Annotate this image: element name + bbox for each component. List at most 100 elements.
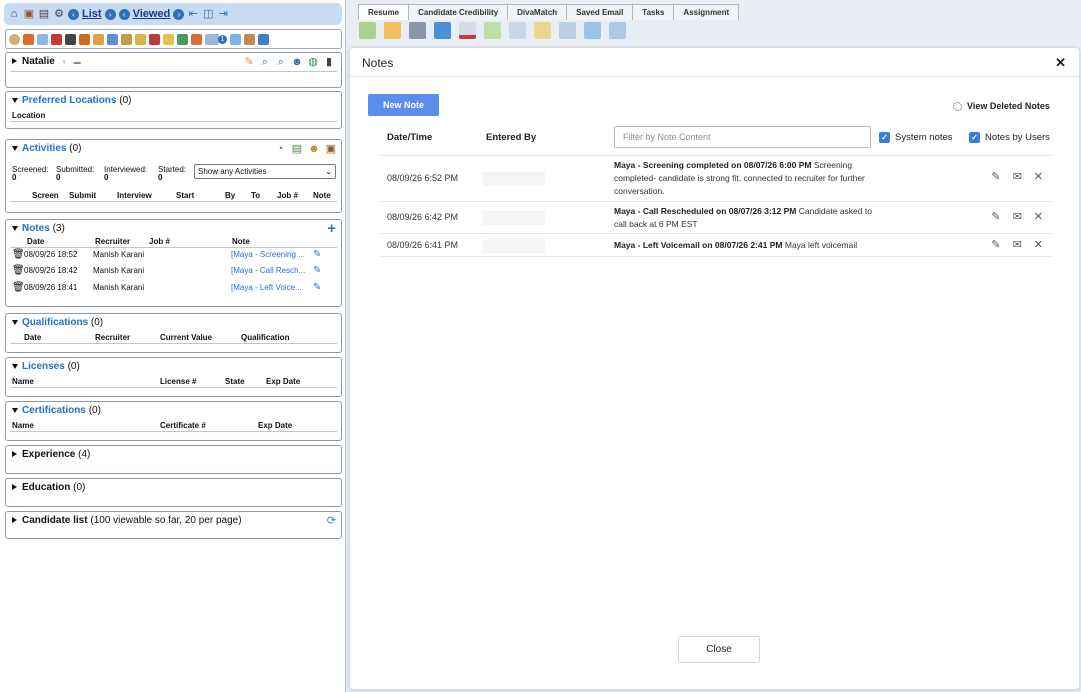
list-icon[interactable] (163, 33, 174, 45)
preferred-locations-header[interactable]: Preferred Locations (0) (12, 95, 132, 106)
trash-icon[interactable]: 🗑 (12, 249, 25, 260)
highlight-document-icon[interactable] (534, 22, 551, 39)
calendar-alert-icon[interactable] (191, 33, 202, 45)
preferred-locations-title[interactable]: Preferred Locations (22, 95, 116, 106)
search-user-icon[interactable]: ⌕ (275, 56, 287, 68)
licenses-header[interactable]: Licenses (0) (12, 361, 80, 372)
activities-title[interactable]: Activities (22, 143, 66, 154)
notes-by-users-checkbox[interactable]: ✓ Notes by Users (969, 132, 1050, 143)
new-note-button[interactable]: New Note (368, 94, 439, 116)
education-header[interactable]: Education (0) (12, 482, 85, 493)
user-profile-icon[interactable]: ☻ (291, 56, 303, 68)
licenses-title[interactable]: Licenses (22, 361, 65, 372)
delete-icon[interactable]: ✕ (1034, 210, 1043, 223)
filter-note-content-input[interactable] (614, 126, 871, 148)
notes-header[interactable]: Notes (3) (12, 223, 65, 234)
note-link[interactable]: [Maya - Left Voice... (231, 283, 302, 292)
experience-title[interactable]: Experience (22, 449, 75, 460)
collapse-arrow-icon[interactable] (12, 319, 18, 325)
collapse-arrow-icon[interactable] (12, 97, 18, 103)
trash-icon[interactable]: 🗑 (12, 282, 25, 293)
qualifications-header[interactable]: Qualifications (0) (12, 317, 103, 328)
pin-icon[interactable]: ✎ (313, 282, 321, 293)
collapse-arrow-icon[interactable] (12, 363, 18, 369)
fire-icon[interactable] (23, 33, 34, 45)
edit-pencil-icon[interactable]: ✎ (243, 56, 255, 68)
close-icon[interactable]: ✕ (1055, 55, 1066, 71)
add-note-icon[interactable]: + (327, 220, 336, 237)
document-icon[interactable] (37, 33, 48, 45)
email-forward-icon[interactable]: ✉ (1013, 238, 1022, 251)
link-icon[interactable] (107, 33, 118, 45)
tab-candidate-credibility[interactable]: Candidate Credibility (408, 4, 509, 20)
refresh-icon[interactable]: ⟳ (327, 514, 336, 527)
certifications-header[interactable]: Certifications (0) (12, 405, 101, 416)
collapse-left-icon[interactable]: ⇤ (187, 8, 199, 20)
back-arrow-icon[interactable]: ‹ (118, 8, 130, 20)
activities-header[interactable]: Activities (0) (12, 143, 81, 154)
gear-icon[interactable]: ⚙ (53, 8, 65, 20)
tab-assignment[interactable]: Assignment (673, 4, 740, 20)
expand-arrow-icon[interactable] (12, 58, 17, 65)
delete-icon[interactable]: ✕ (1034, 238, 1043, 251)
activities-filter-select[interactable]: Show any Activities ⌄ (194, 164, 336, 179)
id-card-icon[interactable] (135, 33, 146, 45)
expand-arrow-icon[interactable] (12, 484, 17, 491)
briefcase-icon[interactable]: ▣ (23, 8, 35, 20)
print-icon[interactable]: ▤ (38, 8, 50, 20)
pin-icon[interactable]: ✎ (991, 238, 1000, 251)
email-forward-icon[interactable]: ✉ (1013, 170, 1022, 183)
inbox-icon[interactable] (205, 33, 219, 45)
notes-document-icon[interactable] (509, 22, 526, 39)
thumbs-up-icon[interactable] (93, 33, 104, 45)
note-link[interactable]: [Maya - Screening ... (231, 250, 305, 259)
text-document-icon[interactable] (559, 22, 576, 39)
collapse-arrow-icon[interactable] (12, 145, 18, 151)
forward-arrow-icon[interactable]: › (173, 8, 185, 20)
add-document-icon[interactable]: ▤ (291, 143, 303, 155)
qualifications-title[interactable]: Qualifications (22, 317, 88, 328)
pin-icon[interactable]: ✎ (313, 249, 321, 260)
calendar-icon[interactable] (177, 33, 188, 45)
view-deleted-notes-button[interactable]: View Deleted Notes (953, 101, 1050, 111)
viewed-link[interactable]: Viewed (133, 8, 171, 20)
expand-right-icon[interactable]: ⇥ (217, 8, 229, 20)
forward-icon[interactable] (434, 22, 451, 39)
briefcase-icon[interactable]: ▣ (325, 143, 337, 155)
save-icon[interactable] (258, 33, 269, 45)
collapse-arrow-icon[interactable] (12, 225, 18, 231)
pin-icon[interactable]: ✎ (991, 210, 1000, 223)
notification-badge-icon[interactable]: 1 (218, 34, 227, 44)
pdf-icon[interactable] (459, 22, 476, 39)
team-icon[interactable]: ☻ (308, 143, 320, 155)
education-title[interactable]: Education (22, 482, 70, 493)
experience-header[interactable]: Experience (4) (12, 449, 90, 460)
tab-tasks[interactable]: Tasks (632, 4, 675, 20)
notes-title[interactable]: Notes (22, 223, 50, 234)
pin-icon[interactable]: ✎ (991, 170, 1000, 183)
user-icon[interactable] (65, 33, 76, 45)
candidate-list-title[interactable]: Candidate list (22, 515, 88, 526)
system-notes-checkbox[interactable]: ✓ System notes (879, 132, 953, 143)
expand-arrow-icon[interactable] (12, 517, 17, 524)
expand-arrow-icon[interactable] (12, 451, 17, 458)
split-view-icon[interactable]: ◫ (202, 8, 214, 20)
note-link[interactable]: [Maya - Call Resch... (231, 266, 305, 275)
list-link[interactable]: List (82, 8, 102, 20)
globe-icon[interactable]: ◍ (307, 56, 319, 68)
calendar-clock-icon[interactable]: ◔ (274, 143, 286, 155)
video-icon[interactable]: ▮ (323, 56, 335, 68)
export-document-icon[interactable] (584, 22, 601, 39)
close-button[interactable]: Close (678, 636, 760, 663)
folder-icon[interactable] (384, 22, 401, 39)
award-icon[interactable] (149, 33, 160, 45)
new-document-icon[interactable] (359, 22, 376, 39)
candidate-list-header[interactable]: Candidate list (100 viewable so far, 20 … (12, 515, 242, 526)
no-contact-icon[interactable] (51, 33, 62, 45)
money-bag-icon[interactable] (121, 33, 132, 45)
delete-icon[interactable]: ✕ (1034, 170, 1043, 183)
check-document-icon[interactable] (484, 22, 501, 39)
collapse-arrow-icon[interactable] (12, 407, 18, 413)
copy-document-icon[interactable] (609, 22, 626, 39)
email-forward-icon[interactable]: ✉ (1013, 210, 1022, 223)
